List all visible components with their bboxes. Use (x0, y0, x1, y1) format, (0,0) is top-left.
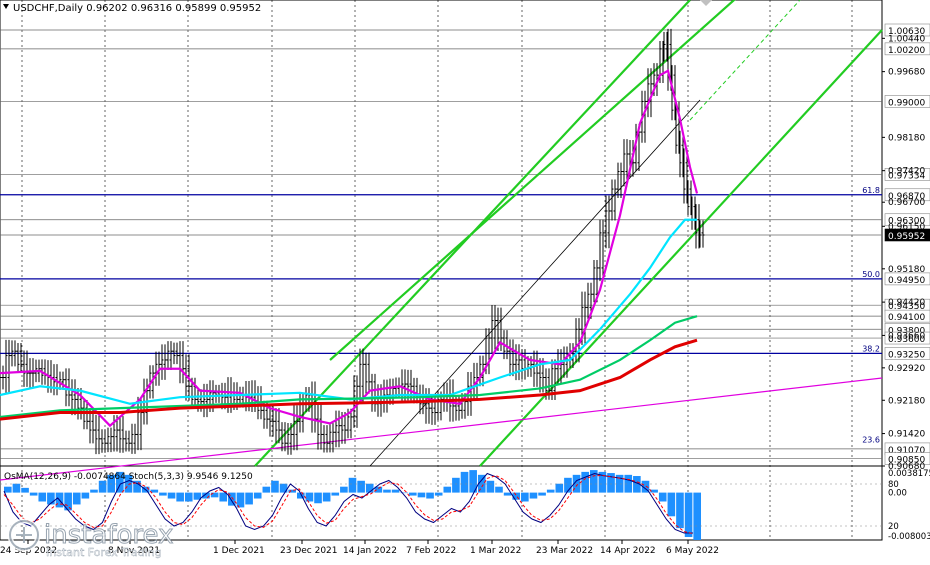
symbol-header: USDCHF,Daily 0.96202 0.96316 0.95899 0.9… (13, 3, 261, 14)
osma-bar (322, 492, 331, 502)
osma-bar (581, 471, 589, 493)
osma-bar (495, 486, 503, 493)
y-tick-label: 0.99680 (888, 68, 925, 78)
osma-bar (684, 492, 693, 538)
osma-bar (417, 492, 426, 498)
osma-bar (271, 480, 279, 493)
osma-bar (38, 492, 47, 502)
osma-bar (29, 492, 38, 496)
fib-label: 38.2 (862, 344, 880, 353)
y-tick-label: 0.92920 (888, 364, 925, 374)
y-tick-label: 0.98180 (888, 133, 925, 143)
osma-bar (452, 477, 460, 493)
osma-bar (391, 489, 400, 493)
x-tick-label: 6 May 2022 (666, 546, 719, 556)
osma-bar (538, 492, 546, 496)
x-tick-label: 23 Dec 2021 (280, 546, 338, 556)
y-tick-label: 0.92180 (888, 396, 925, 406)
level-label: 1.00200 (888, 46, 925, 56)
osma-bar (98, 480, 107, 493)
indicator-tick-label: 0.00 (888, 489, 907, 499)
osma-bar (365, 483, 374, 493)
osma-bar (486, 480, 495, 493)
chart-window: 61.8 50.0 38.2 23.6 1.00630 1.00200 0.99000 0.… (0, 0, 930, 561)
indicator-tick-label: -0.008003 (888, 532, 930, 542)
x-tick-label: 1 Dec 2021 (213, 546, 265, 556)
osma-bar (676, 492, 684, 529)
osma-bar (348, 477, 357, 493)
x-tick-label: 7 Feb 2022 (406, 546, 456, 556)
level-label: 0.95952 (888, 232, 925, 242)
osma-bar (245, 492, 253, 505)
osma-bar (460, 471, 469, 493)
osma-bar (47, 492, 55, 505)
osma-bar (4, 486, 12, 493)
y-tick-label: 0.96700 (888, 198, 925, 208)
x-tick-label: 1 Mar 2022 (470, 546, 521, 556)
osma-bar (667, 492, 676, 517)
osma-bar (314, 492, 322, 504)
y-tick-label: 0.93660 (888, 331, 925, 341)
level-label: 0.99000 (888, 98, 925, 108)
level-label: 0.94100 (888, 313, 925, 323)
x-tick-label: 14 Jan 2022 (343, 546, 397, 556)
osma-bar (176, 492, 184, 502)
level-label: 0.94950 (888, 276, 925, 286)
osma-bar (434, 492, 443, 496)
y-tick-label: 0.96150 (888, 222, 925, 232)
osma-bar (184, 492, 193, 502)
osma-bar (503, 492, 512, 496)
osma-bar (693, 492, 701, 540)
osma-bar (555, 483, 564, 493)
osma-bar (253, 492, 262, 499)
osma-bar (12, 483, 21, 493)
osma-bar (90, 489, 98, 493)
y-tick-label: 1.00440 (888, 34, 925, 44)
indicator-tick-label: 20 (888, 522, 899, 532)
osma-bar (219, 492, 228, 502)
osma-bar (262, 486, 271, 493)
osma-bar (331, 492, 340, 496)
watermark-tagline: Instant Forex Trading (46, 546, 162, 559)
fib-label: 23.6 (862, 436, 880, 445)
y-tick-label: 0.97420 (888, 167, 925, 177)
y-tick-label: 0.91420 (888, 430, 925, 440)
osma-bar (72, 492, 81, 505)
indicator-header: OsMA(12,26,9) -0.0074864 Stoch(5,3,3) 9.… (4, 472, 253, 482)
indicator-tick-label: 0.0038175 (888, 469, 930, 479)
osma-bar (409, 492, 417, 496)
osma-bar (159, 492, 167, 496)
x-tick-label: 23 Mar 2022 (536, 546, 593, 556)
osma-bar (426, 492, 434, 499)
osma-bar (529, 492, 538, 499)
osma-bar (546, 489, 555, 493)
y-tick-label: 0.95180 (888, 265, 925, 275)
osma-bar (658, 492, 667, 502)
osma-bar (305, 492, 314, 502)
osma-bar (357, 480, 365, 493)
chart-canvas: 61.850.038.223.6 1.006301.002000.990000.… (0, 0, 930, 561)
osma-bar (81, 492, 90, 499)
fib-label: 50.0 (862, 270, 880, 279)
osma-bar (340, 486, 348, 493)
osma-bar (21, 487, 29, 493)
x-tick-label: 14 Apr 2022 (600, 546, 656, 556)
level-label: 0.93250 (888, 350, 925, 360)
osma-bar (383, 489, 391, 493)
y-tick-label: 0.94420 (888, 298, 925, 308)
osma-bar (443, 486, 452, 493)
fib-label: 61.8 (862, 186, 880, 195)
osma-bar (167, 492, 176, 499)
osma-bar (521, 492, 529, 502)
